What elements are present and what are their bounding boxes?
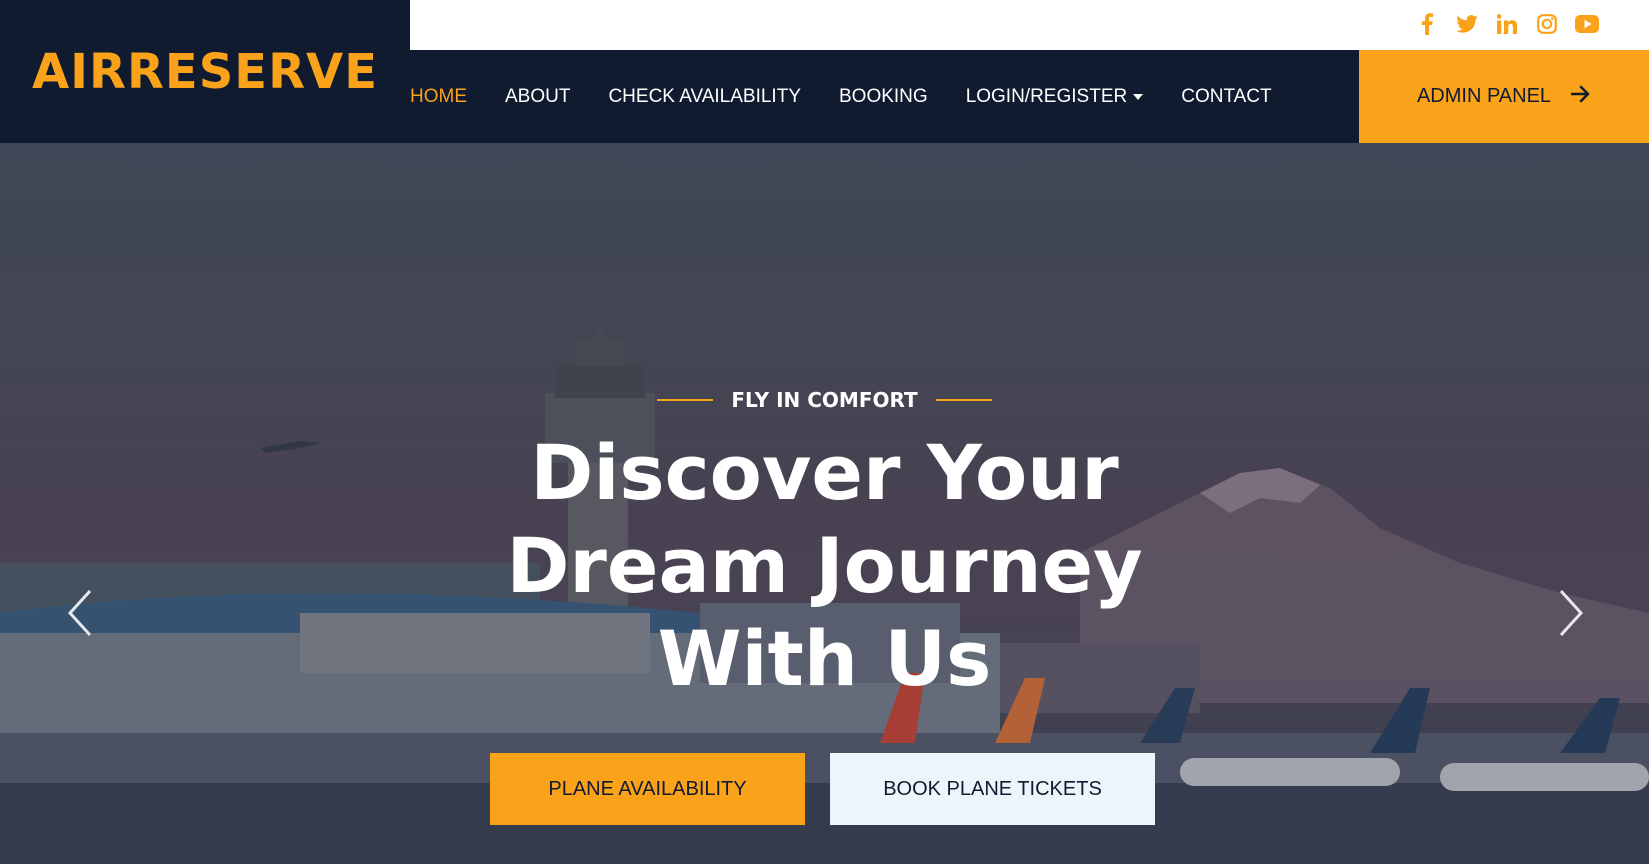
- nav-item-check-availability[interactable]: CHECK AVAILABILITY: [608, 86, 801, 108]
- nav-label: LOGIN/REGISTER: [965, 85, 1128, 107]
- top-bar: [410, 0, 1649, 50]
- hero-tagline: FLY IN COMFORT: [731, 388, 918, 412]
- plane-availability-button[interactable]: PLANE AVAILABILITY: [490, 753, 805, 825]
- logo-container[interactable]: AIRRESERVE: [0, 0, 410, 143]
- nav-label: ABOUT: [505, 85, 571, 107]
- instagram-icon[interactable]: [1535, 12, 1559, 36]
- tagline-row: FLY IN COMFORT: [0, 388, 1649, 412]
- twitter-icon[interactable]: [1455, 12, 1479, 36]
- admin-panel-button[interactable]: ADMIN PANEL: [1359, 50, 1649, 143]
- youtube-icon[interactable]: [1575, 12, 1599, 36]
- headline-line: Discover Your: [530, 428, 1119, 517]
- nav-label: CONTACT: [1181, 85, 1272, 107]
- nav-label: HOME: [410, 85, 467, 107]
- tagline-rule-left: [657, 399, 714, 401]
- nav-menu: HOME ABOUT CHECK AVAILABILITY BOOKING LO…: [410, 50, 1310, 143]
- nav-item-contact[interactable]: CONTACT: [1181, 86, 1271, 108]
- hero-carousel: FLY IN COMFORT Discover Your Dream Journ…: [0, 143, 1649, 864]
- brand-logo[interactable]: AIRRESERVE: [32, 44, 378, 100]
- dropdown-caret-icon: [1133, 93, 1144, 100]
- nav-label: CHECK AVAILABILITY: [608, 85, 801, 107]
- nav-item-booking[interactable]: BOOKING: [839, 86, 928, 108]
- headline-line: Dream Journey: [506, 521, 1143, 610]
- main-navbar: HOME ABOUT CHECK AVAILABILITY BOOKING LO…: [410, 50, 1359, 143]
- hero-headline: Discover Your Dream Journey With Us: [0, 426, 1649, 705]
- nav-item-about[interactable]: ABOUT: [505, 86, 570, 108]
- book-plane-tickets-button[interactable]: BOOK PLANE TICKETS: [830, 753, 1155, 825]
- carousel-next-button[interactable]: [1551, 583, 1591, 643]
- social-links: [1415, 12, 1599, 36]
- headline-line: With Us: [657, 614, 992, 703]
- carousel-prev-button[interactable]: [60, 583, 100, 643]
- tagline-rule-right: [935, 399, 992, 401]
- nav-item-home[interactable]: HOME: [410, 86, 467, 108]
- chevron-right-icon: [1559, 589, 1584, 637]
- admin-panel-label: ADMIN PANEL: [1416, 85, 1552, 107]
- facebook-icon[interactable]: [1415, 12, 1439, 36]
- arrow-right-icon: [1570, 85, 1591, 108]
- linkedin-icon[interactable]: [1495, 12, 1519, 36]
- chevron-left-icon: [67, 589, 92, 637]
- nav-item-login-register[interactable]: LOGIN/REGISTER: [966, 86, 1144, 108]
- nav-label: BOOKING: [839, 85, 928, 107]
